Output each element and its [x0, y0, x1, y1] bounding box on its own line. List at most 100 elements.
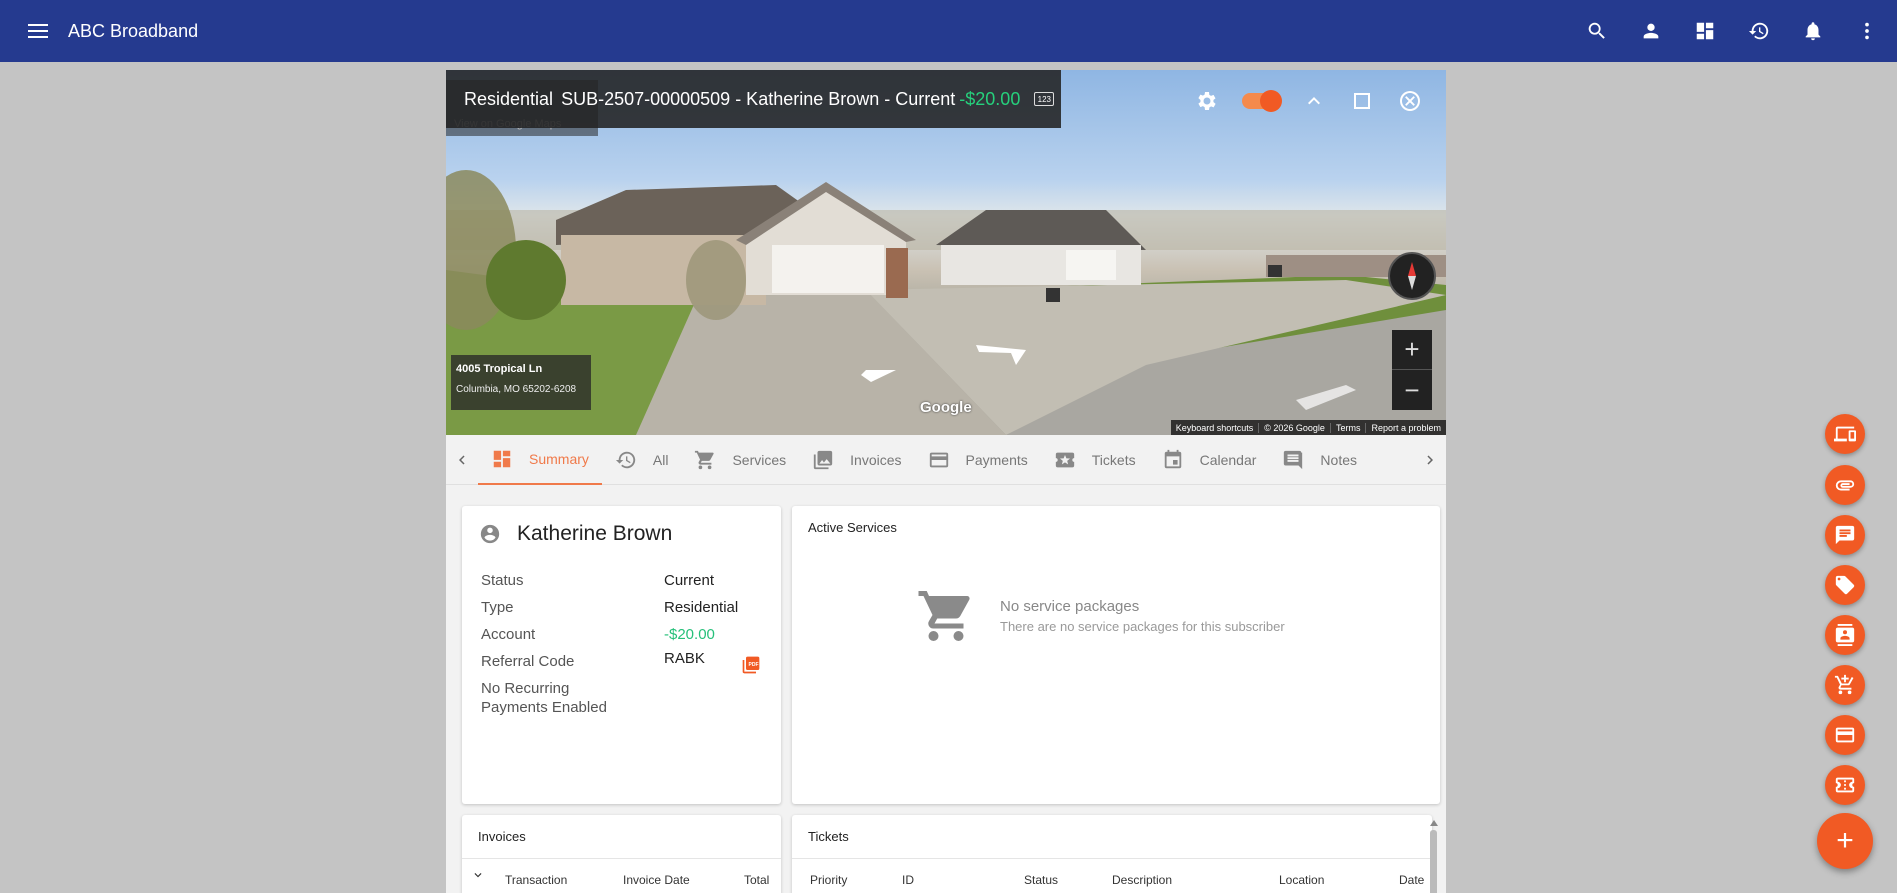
col-id[interactable]: ID: [902, 873, 914, 887]
google-logo: Google: [920, 399, 972, 416]
col-date[interactable]: Date: [1399, 873, 1424, 887]
tab-tickets[interactable]: Tickets: [1041, 435, 1149, 485]
fab-add-to-cart-icon[interactable]: [1825, 665, 1865, 705]
tab-label: Notes: [1320, 451, 1357, 468]
app-title: ABC Broadband: [68, 20, 199, 41]
account-value: -$20.00: [664, 626, 715, 643]
search-icon[interactable]: [1585, 19, 1609, 43]
col-location[interactable]: Location: [1279, 873, 1324, 887]
fab-attachment-icon[interactable]: [1825, 465, 1865, 505]
account-icon[interactable]: [1639, 19, 1663, 43]
cart-icon: [918, 591, 970, 641]
zoom-controls: + −: [1392, 330, 1432, 410]
notifications-icon[interactable]: [1801, 19, 1825, 43]
more-vert-icon[interactable]: [1855, 19, 1879, 43]
invoices-card: Invoices Transaction Invoice Date Total: [462, 815, 781, 893]
col-status[interactable]: Status: [1024, 873, 1058, 887]
keypad-badge-icon[interactable]: 123: [1034, 92, 1055, 106]
copyright-text: © 2026 Google: [1258, 422, 1330, 433]
type-value: Residential: [664, 599, 739, 616]
subscriber-panel: View on Google Maps Residential SUB-2507…: [446, 70, 1446, 893]
history-icon[interactable]: [1747, 19, 1771, 43]
cart-icon: [695, 450, 715, 469]
tabs-scroll-right-icon[interactable]: [1414, 435, 1446, 485]
tab-services[interactable]: Services: [681, 435, 799, 485]
zoom-in-button[interactable]: +: [1392, 330, 1432, 370]
close-circle-icon[interactable]: [1398, 89, 1422, 113]
status-value: Current: [664, 572, 715, 589]
tickets-scrollbar[interactable]: [1429, 815, 1439, 893]
add-fab-button[interactable]: +: [1817, 813, 1873, 869]
tab-all[interactable]: All: [602, 435, 682, 485]
tab-calendar[interactable]: Calendar: [1149, 435, 1270, 485]
status-label: Status: [481, 572, 524, 589]
zoom-out-button[interactable]: −: [1392, 370, 1432, 410]
active-services-title: Active Services: [808, 520, 897, 535]
expand-chevron-icon[interactable]: [471, 868, 485, 882]
referral-code-value: RABK: [664, 650, 705, 667]
tab-summary[interactable]: Summary: [478, 435, 602, 485]
street-view-address: 4005 Tropical Ln Columbia, MO 65202-6208: [451, 355, 591, 410]
fab-contact-card-icon[interactable]: [1825, 615, 1865, 655]
recurring-payments-line1: No Recurring: [481, 680, 570, 697]
tickets-card: Tickets Priority ID Status Description L…: [792, 815, 1432, 893]
tab-payments[interactable]: Payments: [915, 435, 1041, 485]
subscriber-name: Katherine Brown: [517, 522, 673, 545]
credit-card-icon: [929, 452, 948, 467]
empty-services-state: No service packages There are no service…: [916, 586, 1285, 646]
map-attribution: Keyboard shortcuts © 2026 Google Terms R…: [1170, 420, 1446, 435]
report-problem-link[interactable]: Report a problem: [1365, 422, 1446, 433]
tabs-scroll-left-icon[interactable]: [446, 435, 478, 485]
col-total[interactable]: Total: [744, 873, 769, 887]
dashboard-icon: [493, 450, 511, 467]
terms-link[interactable]: Terms: [1329, 422, 1366, 433]
tab-label: Summary: [529, 450, 589, 467]
fab-tag-icon[interactable]: [1825, 565, 1865, 605]
address-line-2: Columbia, MO 65202-6208: [456, 384, 577, 395]
subscriber-id-name-status: SUB-2507-00000509 - Katherine Brown - Cu…: [561, 88, 956, 109]
account-circle-icon: [480, 524, 500, 544]
top-app-bar: ABC Broadband: [0, 0, 1897, 62]
recurring-payments-line2: Payments Enabled: [481, 699, 607, 716]
active-services-card: Active Services No service packages Ther…: [792, 506, 1440, 804]
maximize-icon[interactable]: [1350, 89, 1374, 113]
fab-message-icon[interactable]: [1825, 515, 1865, 555]
subscriber-type: Residential: [464, 88, 554, 109]
collapse-chevron-up-icon[interactable]: [1302, 89, 1326, 113]
tab-label: All: [652, 451, 669, 468]
tickets-title: Tickets: [808, 829, 849, 844]
history-icon: [615, 451, 636, 468]
subscriber-tabs: Summary All Services Invoices Payments T…: [446, 435, 1446, 485]
street-view[interactable]: View on Google Maps Residential SUB-2507…: [446, 70, 1446, 435]
menu-icon[interactable]: [28, 20, 50, 42]
fab-devices-icon[interactable]: [1825, 414, 1865, 454]
fab-credit-card-icon[interactable]: [1825, 715, 1865, 755]
settings-gear-icon[interactable]: [1194, 89, 1218, 113]
type-label: Type: [481, 599, 514, 616]
tab-label: Services: [732, 451, 787, 468]
tab-label: Calendar: [1199, 451, 1257, 468]
col-invoice-date[interactable]: Invoice Date: [623, 873, 690, 887]
subscriber-title-bar: Residential SUB-2507-00000509 - Katherin…: [446, 70, 1061, 128]
empty-services-title: No service packages: [1000, 598, 1140, 615]
account-label: Account: [481, 626, 536, 643]
invoices-title: Invoices: [478, 829, 526, 844]
tab-notes[interactable]: Notes: [1269, 435, 1370, 485]
tab-invoices[interactable]: Invoices: [799, 435, 914, 485]
empty-services-subtitle: There are no service packages for this s…: [1000, 619, 1285, 634]
dashboard-icon[interactable]: [1693, 19, 1717, 43]
compass-icon[interactable]: [1388, 252, 1436, 300]
subscriber-summary-card: Katherine Brown Status Current Type Resi…: [462, 506, 781, 804]
keyboard-shortcuts-link[interactable]: Keyboard shortcuts: [1171, 423, 1259, 433]
col-transaction[interactable]: Transaction: [505, 873, 567, 887]
col-description[interactable]: Description: [1112, 873, 1172, 887]
address-line-1: 4005 Tropical Ln: [456, 363, 543, 375]
calendar-icon: [1164, 449, 1181, 468]
fab-ticket-icon[interactable]: [1825, 765, 1865, 805]
referral-code-label: Referral Code: [481, 653, 575, 670]
pdf-icon[interactable]: PDF: [741, 655, 761, 675]
col-priority[interactable]: Priority: [810, 873, 847, 887]
svg-text:PDF: PDF: [749, 662, 759, 668]
street-view-toggle[interactable]: [1242, 90, 1282, 112]
comment-icon: [1284, 450, 1303, 469]
